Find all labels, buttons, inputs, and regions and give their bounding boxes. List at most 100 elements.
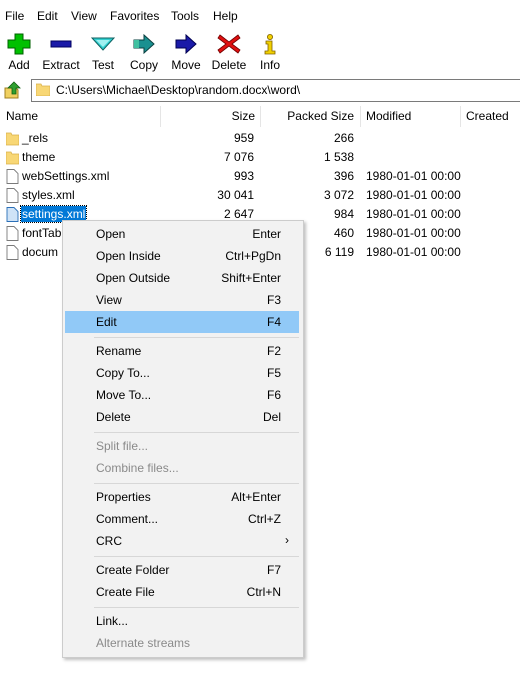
address-row: C:\Users\Michael\Desktop\random.docx\wor…	[0, 78, 520, 103]
menu-item-open-outside[interactable]: Open Outside Shift+Enter	[65, 267, 299, 289]
toolbar: Add Extract Test Copy Move Delete Info	[0, 30, 520, 76]
menu-item-label: Combine files...	[96, 461, 179, 475]
minus-icon	[50, 40, 72, 48]
menu-item-label: Open Inside	[96, 249, 161, 263]
delete-x-icon	[217, 34, 241, 54]
file-size: 959	[233, 131, 254, 145]
menu-item-shortcut: Enter	[252, 227, 281, 241]
folder-icon	[6, 151, 19, 165]
file-name: webSettings.xml	[22, 169, 110, 183]
file-packed-size: 6 119	[324, 245, 354, 259]
file-icon	[6, 188, 19, 203]
menu-item-view[interactable]: View F3	[65, 289, 299, 311]
menu-item-alternate-streams: Alternate streams	[65, 632, 299, 654]
menu-item-copy-to[interactable]: Copy To... F5	[65, 362, 299, 384]
file-size: 993	[233, 169, 254, 183]
file-modified: 1980-01-01 00:00	[366, 207, 461, 221]
test-button[interactable]: Test	[86, 32, 120, 76]
menu-item-shortcut: F7	[266, 563, 281, 577]
copy-arrow-icon	[133, 33, 155, 55]
menu-edit[interactable]: Edit	[37, 9, 58, 23]
move-label: Move	[171, 58, 201, 72]
info-icon	[264, 34, 276, 55]
context-menu: Open Enter Open Inside Ctrl+PgDn Open Ou…	[62, 220, 304, 658]
file-packed-size: 266	[333, 131, 354, 145]
menu-favorites[interactable]: Favorites	[110, 9, 159, 23]
address-bar[interactable]: C:\Users\Michael\Desktop\random.docx\wor…	[31, 79, 520, 102]
menu-item-rename[interactable]: Rename F2	[65, 340, 299, 362]
column-divider[interactable]	[360, 106, 361, 127]
list-item[interactable]: webSettings.xml 993 396 1980-01-01 00:00	[0, 167, 520, 186]
menu-item-label: Properties	[96, 490, 151, 504]
move-button[interactable]: Move	[168, 32, 204, 76]
menu-item-combine-files: Combine files...	[65, 457, 299, 479]
menu-item-open-inside[interactable]: Open Inside Ctrl+PgDn	[65, 245, 299, 267]
menu-item-crc[interactable]: CRC ›	[65, 530, 299, 552]
menu-item-label: Create Folder	[96, 563, 170, 577]
menu-item-label: Delete	[96, 410, 131, 424]
menu-item-move-to[interactable]: Move To... F6	[65, 384, 299, 406]
list-item[interactable]: styles.xml 30 041 3 072 1980-01-01 00:00	[0, 186, 520, 205]
menu-item-link[interactable]: Link...	[65, 610, 299, 632]
copy-label: Copy	[129, 58, 158, 72]
col-packed-size[interactable]: Packed Size	[260, 106, 354, 127]
list-item[interactable]: _rels 959 266	[0, 129, 520, 148]
add-button[interactable]: Add	[2, 32, 36, 76]
column-header: Name Size Packed Size Modified Created	[0, 106, 520, 127]
file-size: 7 076	[223, 150, 254, 164]
menu-item-create-file[interactable]: Create File Ctrl+N	[65, 581, 299, 603]
col-size[interactable]: Size	[160, 106, 255, 127]
test-label: Test	[91, 58, 114, 72]
menu-item-label: Edit	[96, 315, 117, 329]
menu-item-comment[interactable]: Comment... Ctrl+Z	[65, 508, 299, 530]
col-created[interactable]: Created	[466, 106, 520, 127]
folder-icon	[36, 83, 50, 96]
menu-file[interactable]: File	[5, 9, 24, 23]
menu-separator	[94, 607, 299, 608]
list-item[interactable]: theme 7 076 1 538	[0, 148, 520, 167]
col-name[interactable]: Name	[6, 106, 156, 127]
menu-item-delete[interactable]: Delete Del	[65, 406, 299, 428]
file-packed-size: 460	[333, 226, 354, 240]
menu-item-open[interactable]: Open Enter	[65, 223, 299, 245]
menu-item-label: Alternate streams	[96, 636, 191, 650]
menu-item-shortcut: F3	[266, 293, 281, 307]
menu-separator	[94, 432, 299, 433]
plus-icon	[7, 33, 31, 55]
delete-button[interactable]: Delete	[210, 32, 248, 76]
menu-item-label: CRC	[96, 534, 122, 548]
col-modified[interactable]: Modified	[366, 106, 456, 127]
menu-tools[interactable]: Tools	[171, 9, 199, 23]
menu-item-label: Open	[96, 227, 126, 241]
menu-item-shortcut: Ctrl+PgDn	[225, 249, 281, 263]
menu-item-shortcut: F4	[266, 315, 281, 329]
file-icon	[6, 207, 19, 222]
delete-label: Delete	[211, 58, 247, 72]
menu-separator	[94, 483, 299, 484]
extract-button[interactable]: Extract	[40, 32, 82, 76]
file-name: docum	[22, 245, 59, 259]
menu-item-shortcut: Ctrl+Z	[248, 512, 281, 526]
menu-item-edit[interactable]: Edit F4	[65, 311, 299, 333]
menu-item-shortcut: Del	[262, 410, 281, 424]
file-name: fontTab	[22, 226, 62, 240]
extract-label: Extract	[42, 58, 80, 72]
menu-help[interactable]: Help	[213, 9, 238, 23]
menu-view[interactable]: View	[71, 9, 97, 23]
check-chevron-icon	[91, 37, 115, 51]
menu-item-label: Open Outside	[96, 271, 171, 285]
file-packed-size: 396	[333, 169, 354, 183]
menu-bar: File Edit View Favorites Tools Help	[0, 0, 520, 30]
file-icon	[6, 169, 19, 184]
file-name: styles.xml	[22, 188, 75, 202]
file-modified: 1980-01-01 00:00	[366, 245, 461, 259]
copy-button[interactable]: Copy	[126, 32, 162, 76]
add-label: Add	[8, 58, 30, 72]
up-folder-icon[interactable]	[2, 80, 24, 101]
menu-separator	[94, 556, 299, 557]
menu-item-properties[interactable]: Properties Alt+Enter	[65, 486, 299, 508]
info-button[interactable]: Info	[254, 32, 286, 76]
column-divider[interactable]	[460, 106, 461, 127]
menu-item-create-folder[interactable]: Create Folder F7	[65, 559, 299, 581]
file-icon	[6, 245, 19, 260]
